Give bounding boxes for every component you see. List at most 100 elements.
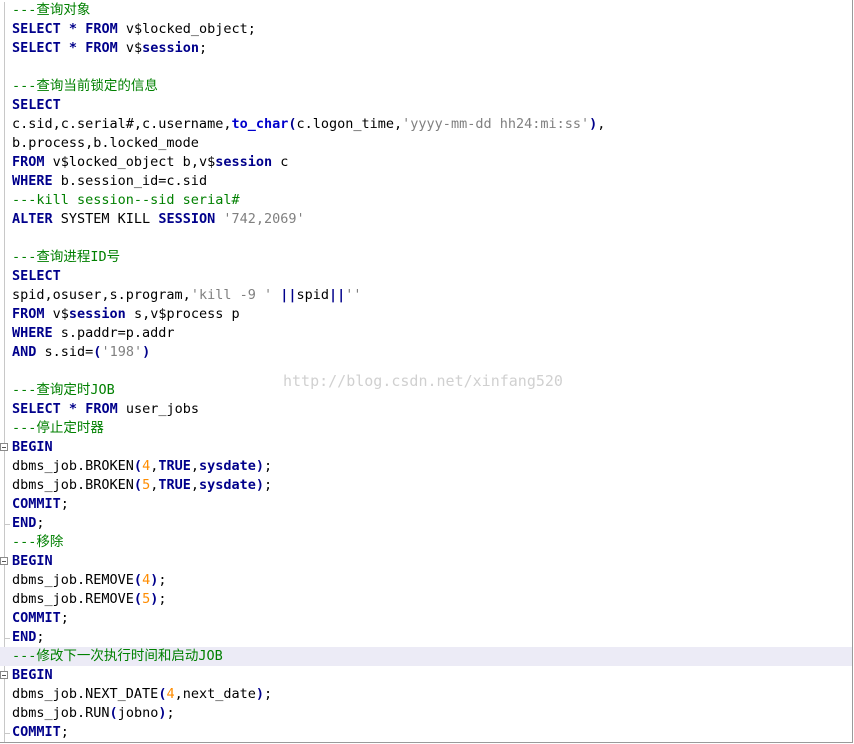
code-line[interactable] — [12, 58, 852, 77]
code-token: sysdate — [199, 477, 256, 493]
code-token: b.session_id=c.sid — [52, 173, 208, 189]
code-token: ,next_date — [174, 686, 256, 702]
code-token: ( — [133, 477, 143, 493]
code-token: COMMIT — [12, 496, 61, 512]
code-token: FROM — [12, 154, 45, 170]
code-line[interactable]: WHERE s.paddr=p.addr — [12, 324, 852, 343]
code-line[interactable]: SELECT — [12, 96, 852, 115]
code-token: v$ — [117, 40, 143, 56]
code-line[interactable]: ---移除 — [12, 533, 852, 552]
code-token: ) — [142, 344, 151, 360]
code-token: v$locked_object b,v$ — [44, 154, 216, 170]
code-token: 4 — [142, 572, 151, 588]
code-token: ; — [199, 40, 208, 56]
code-line[interactable]: COMMIT; — [12, 723, 852, 742]
code-token: session — [142, 40, 200, 56]
code-token: 'kill -9 ' — [190, 287, 273, 303]
code-token: sysdate — [199, 458, 256, 474]
code-line[interactable]: dbms_job.REMOVE(5); — [12, 590, 852, 609]
code-line[interactable]: dbms_job.NEXT_DATE(4,next_date); — [12, 685, 852, 704]
code-line[interactable]: ---修改下一次执行时间和启动JOB — [0, 647, 852, 666]
code-token: session — [215, 154, 273, 170]
code-line[interactable]: BEGIN — [12, 552, 852, 571]
code-token: dbms_job.RUN — [12, 705, 110, 721]
code-line[interactable]: ---查询对象 — [12, 1, 852, 20]
code-token: BEGIN — [12, 439, 53, 455]
code-token: ( — [133, 458, 143, 474]
code-token: dbms_job.REMOVE — [12, 572, 134, 588]
code-line[interactable]: dbms_job.BROKEN(4,TRUE,sysdate); — [12, 457, 852, 476]
code-token: ( — [133, 591, 143, 607]
code-token: 4 — [142, 458, 151, 474]
code-token: spid,osuser,s.program, — [12, 287, 191, 303]
code-token: dbms_job.BROKEN — [12, 458, 134, 474]
code-line[interactable]: ---查询进程ID号 — [12, 248, 852, 267]
fold-toggle-icon[interactable] — [0, 557, 8, 565]
code-token: END — [12, 629, 37, 645]
code-token: session — [68, 306, 126, 322]
sql-editor[interactable]: ---查询对象 SELECT * FROM v$locked_object; SEL… — [0, 0, 853, 743]
fold-toggle-icon[interactable] — [0, 443, 8, 451]
code-token: to_char — [231, 116, 289, 132]
code-line[interactable]: ALTER SYSTEM KILL SESSION '742,2069' — [12, 210, 852, 229]
code-line[interactable]: SELECT — [12, 267, 852, 286]
code-token: ; — [264, 477, 273, 493]
code-line[interactable]: FROM v$session s,v$process p — [12, 305, 852, 324]
code-token: '' — [345, 287, 362, 303]
code-line[interactable]: SELECT * FROM v$session; — [12, 39, 852, 58]
code-token: jobno — [117, 705, 159, 721]
fold-end-marker — [4, 524, 10, 525]
code-token: SELECT — [12, 40, 61, 56]
code-line[interactable]: BEGIN — [12, 666, 852, 685]
code-token: 5 — [142, 591, 151, 607]
code-token: ---kill session--sid serial# — [12, 192, 240, 208]
code-token: c — [272, 154, 289, 170]
code-line[interactable]: ---查询当前锁定的信息 — [12, 77, 852, 96]
code-token: * — [68, 401, 78, 417]
code-token: dbms_job.NEXT_DATE — [12, 686, 159, 702]
code-line[interactable]: spid,osuser,s.program,'kill -9 ' ||spid|… — [12, 286, 852, 305]
code-line[interactable]: END; — [12, 514, 852, 533]
code-line[interactable]: dbms_job.REMOVE(4); — [12, 571, 852, 590]
code-token: ; — [264, 458, 273, 474]
fold-end-marker — [4, 733, 10, 734]
code-line[interactable]: dbms_job.BROKEN(5,TRUE,sysdate); — [12, 476, 852, 495]
code-token: ( — [133, 572, 143, 588]
fold-end-marker — [4, 638, 10, 639]
code-token: ; — [36, 629, 45, 645]
code-token: * — [68, 40, 78, 56]
code-line[interactable]: ---kill session--sid serial# — [12, 191, 852, 210]
code-line[interactable]: c.sid,c.serial#,c.username,to_char(c.log… — [12, 115, 852, 134]
code-line[interactable]: SELECT * FROM v$locked_object; — [12, 20, 852, 39]
code-token: s,v$process p — [125, 306, 240, 322]
code-token: SELECT — [12, 401, 61, 417]
code-token: ---查询进程ID号 — [12, 249, 121, 265]
code-token: BEGIN — [12, 667, 53, 683]
code-line[interactable]: WHERE b.session_id=c.sid — [12, 172, 852, 191]
code-line[interactable]: AND s.sid=('198') — [12, 343, 852, 362]
code-line[interactable]: COMMIT; — [12, 495, 852, 514]
code-line[interactable]: b.process,b.locked_mode — [12, 134, 852, 153]
code-line[interactable]: SELECT * FROM user_jobs — [12, 400, 852, 419]
code-line[interactable]: END; — [12, 628, 852, 647]
code-line[interactable]: ---停止定时器 — [12, 419, 852, 438]
code-token: c.logon_time, — [296, 116, 403, 132]
code-line[interactable]: COMMIT; — [12, 609, 852, 628]
code-token: ( — [109, 705, 118, 721]
code-line[interactable]: FROM v$locked_object b,v$session c — [12, 153, 852, 172]
code-line[interactable] — [12, 229, 852, 248]
code-token: '198' — [101, 344, 143, 360]
code-token: ALTER — [12, 211, 53, 227]
code-line[interactable]: BEGIN — [12, 438, 852, 457]
code-line[interactable]: dbms_job.RUN(jobno); — [12, 704, 852, 723]
code-token: ---移除 — [12, 534, 64, 550]
code-token: ---修改下一次执行时间和启动JOB — [12, 648, 223, 664]
code-token: ; — [158, 572, 167, 588]
fold-toggle-icon[interactable] — [0, 671, 8, 679]
code-token: 4 — [166, 686, 175, 702]
